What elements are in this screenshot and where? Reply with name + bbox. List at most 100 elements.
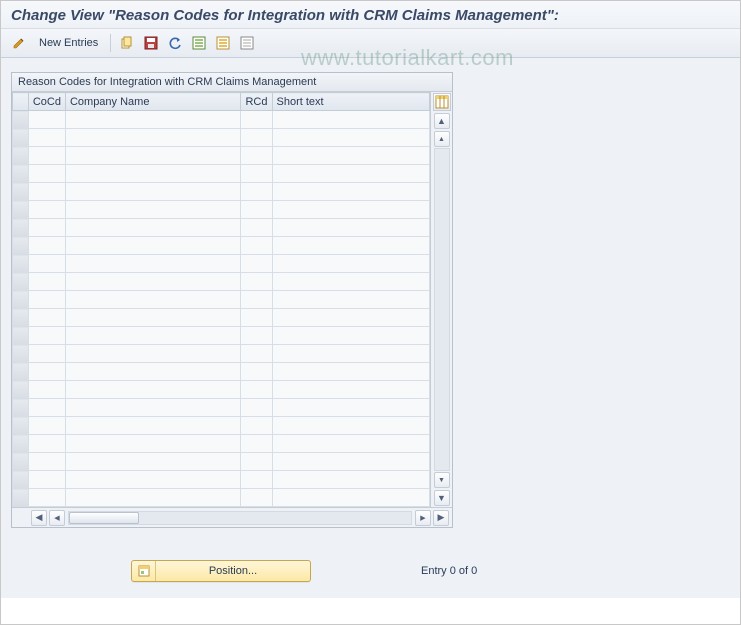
cell[interactable] bbox=[272, 291, 430, 309]
horizontal-scroll-track[interactable] bbox=[68, 511, 412, 525]
scroll-down-step-icon[interactable]: ▼ bbox=[434, 472, 450, 488]
vertical-scroll-track[interactable] bbox=[434, 148, 450, 471]
scroll-up-step-icon[interactable]: ▲ bbox=[434, 131, 450, 147]
column-header-cocd[interactable]: CoCd bbox=[28, 93, 65, 111]
cell[interactable] bbox=[65, 309, 241, 327]
table-row[interactable] bbox=[13, 345, 430, 363]
cell[interactable] bbox=[65, 219, 241, 237]
cell[interactable] bbox=[272, 345, 430, 363]
row-selector[interactable] bbox=[13, 435, 29, 453]
cell[interactable] bbox=[241, 291, 272, 309]
cell[interactable] bbox=[28, 237, 65, 255]
select-block-icon[interactable] bbox=[213, 33, 233, 53]
table-row[interactable] bbox=[13, 363, 430, 381]
table-row[interactable] bbox=[13, 183, 430, 201]
row-selector[interactable] bbox=[13, 381, 29, 399]
cell[interactable] bbox=[241, 219, 272, 237]
cell[interactable] bbox=[28, 255, 65, 273]
row-selector[interactable] bbox=[13, 201, 29, 219]
cell[interactable] bbox=[272, 453, 430, 471]
cell[interactable] bbox=[65, 291, 241, 309]
table-row[interactable] bbox=[13, 237, 430, 255]
row-selector[interactable] bbox=[13, 309, 29, 327]
cell[interactable] bbox=[241, 111, 272, 129]
cell[interactable] bbox=[28, 489, 65, 507]
cell[interactable] bbox=[65, 255, 241, 273]
cell[interactable] bbox=[241, 129, 272, 147]
cell[interactable] bbox=[272, 327, 430, 345]
table-row[interactable] bbox=[13, 381, 430, 399]
cell[interactable] bbox=[241, 345, 272, 363]
table-row[interactable] bbox=[13, 273, 430, 291]
cell[interactable] bbox=[65, 489, 241, 507]
scroll-right-icon[interactable]: ▶ bbox=[415, 510, 431, 526]
cell[interactable] bbox=[272, 129, 430, 147]
row-selector[interactable] bbox=[13, 237, 29, 255]
cell[interactable] bbox=[65, 201, 241, 219]
cell[interactable] bbox=[241, 147, 272, 165]
table-row[interactable] bbox=[13, 399, 430, 417]
cell[interactable] bbox=[241, 327, 272, 345]
cell[interactable] bbox=[65, 345, 241, 363]
cell[interactable] bbox=[28, 399, 65, 417]
row-selector[interactable] bbox=[13, 345, 29, 363]
cell[interactable] bbox=[272, 237, 430, 255]
cell[interactable] bbox=[272, 165, 430, 183]
cell[interactable] bbox=[272, 435, 430, 453]
table-row[interactable] bbox=[13, 309, 430, 327]
cell[interactable] bbox=[65, 273, 241, 291]
row-selector[interactable] bbox=[13, 363, 29, 381]
row-selector[interactable] bbox=[13, 471, 29, 489]
cell[interactable] bbox=[28, 309, 65, 327]
column-header-short-text[interactable]: Short text bbox=[272, 93, 430, 111]
undo-icon[interactable] bbox=[165, 33, 185, 53]
cell[interactable] bbox=[65, 435, 241, 453]
row-selector[interactable] bbox=[13, 255, 29, 273]
select-all-icon[interactable] bbox=[189, 33, 209, 53]
table-row[interactable] bbox=[13, 489, 430, 507]
cell[interactable] bbox=[272, 201, 430, 219]
cell[interactable] bbox=[241, 417, 272, 435]
cell[interactable] bbox=[241, 435, 272, 453]
cell[interactable] bbox=[28, 345, 65, 363]
cell[interactable] bbox=[28, 147, 65, 165]
cell[interactable] bbox=[272, 111, 430, 129]
cell[interactable] bbox=[272, 147, 430, 165]
cell[interactable] bbox=[241, 471, 272, 489]
cell[interactable] bbox=[272, 489, 430, 507]
scroll-down-icon[interactable]: ▼ bbox=[434, 490, 450, 506]
row-selector[interactable] bbox=[13, 147, 29, 165]
cell[interactable] bbox=[272, 273, 430, 291]
cell[interactable] bbox=[28, 219, 65, 237]
cell[interactable] bbox=[272, 309, 430, 327]
cell[interactable] bbox=[272, 399, 430, 417]
table-row[interactable] bbox=[13, 147, 430, 165]
scroll-last-icon[interactable]: ▶ bbox=[433, 510, 449, 526]
cell[interactable] bbox=[28, 327, 65, 345]
row-selector[interactable] bbox=[13, 453, 29, 471]
cell[interactable] bbox=[65, 453, 241, 471]
cell[interactable] bbox=[241, 399, 272, 417]
cell[interactable] bbox=[241, 381, 272, 399]
cell[interactable] bbox=[241, 237, 272, 255]
row-selector[interactable] bbox=[13, 165, 29, 183]
cell[interactable] bbox=[272, 471, 430, 489]
save-icon[interactable] bbox=[141, 33, 161, 53]
cell[interactable] bbox=[241, 183, 272, 201]
table-row[interactable] bbox=[13, 255, 430, 273]
column-header-rcd[interactable]: RCd bbox=[241, 93, 272, 111]
cell[interactable] bbox=[28, 471, 65, 489]
new-entries-button[interactable]: New Entries bbox=[33, 35, 104, 51]
position-button[interactable]: Position... bbox=[131, 560, 311, 582]
cell[interactable] bbox=[28, 183, 65, 201]
cell[interactable] bbox=[241, 309, 272, 327]
cell[interactable] bbox=[65, 183, 241, 201]
cell[interactable] bbox=[241, 165, 272, 183]
cell[interactable] bbox=[28, 165, 65, 183]
cell[interactable] bbox=[241, 255, 272, 273]
cell[interactable] bbox=[28, 111, 65, 129]
data-grid[interactable]: CoCd Company Name RCd Short text bbox=[12, 92, 430, 507]
cell[interactable] bbox=[28, 453, 65, 471]
cell[interactable] bbox=[65, 381, 241, 399]
row-selector[interactable] bbox=[13, 327, 29, 345]
